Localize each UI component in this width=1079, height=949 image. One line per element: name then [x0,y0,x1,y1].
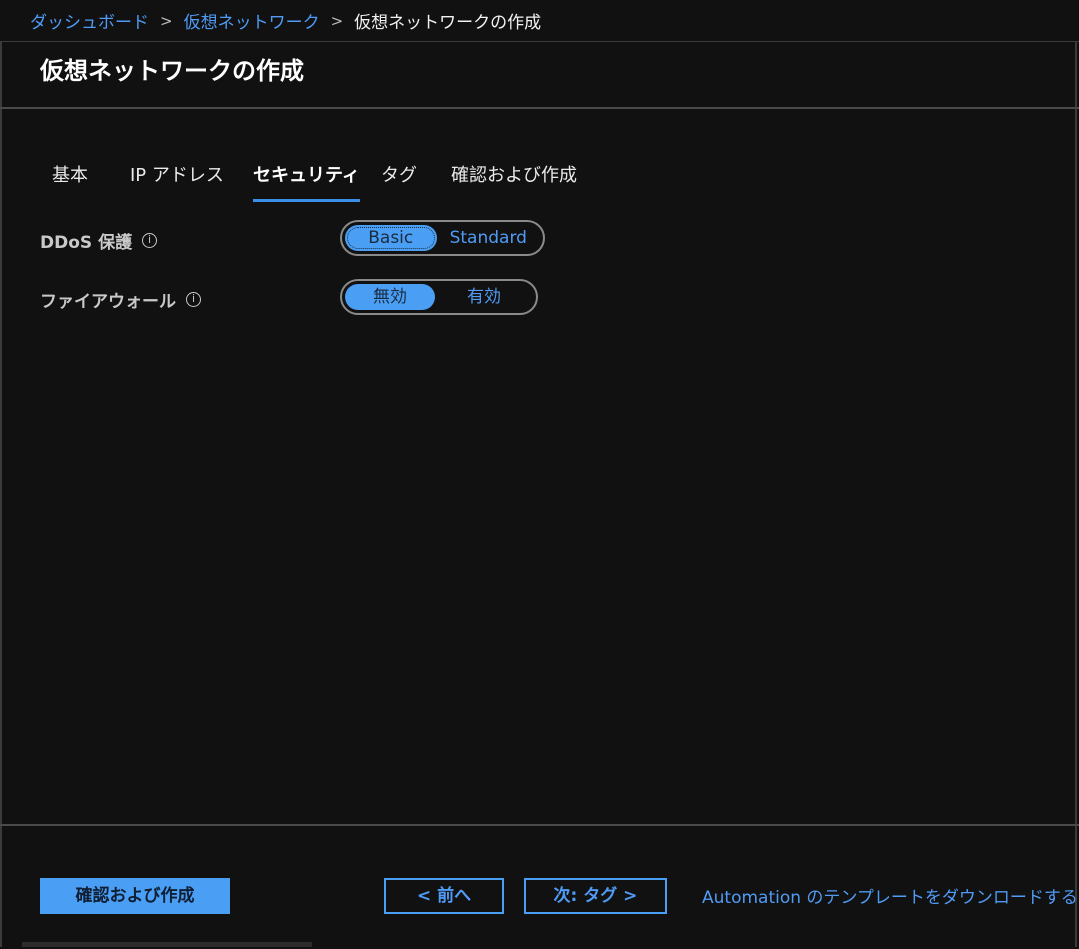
ddos-protection-label: DDoS 保護 [40,233,133,253]
chevron-right-icon: > [330,11,344,30]
firewall-row: ファイアウォール i [40,287,201,312]
breadcrumb-current: 仮想ネットワークの作成 [354,13,542,33]
breadcrumb: ダッシュボード > 仮想ネットワーク > 仮想ネットワークの作成 [0,0,1079,42]
ddos-protection-toggle: Basic Standard [340,220,545,256]
tab-basics[interactable]: 基本 [52,160,88,202]
ddos-protection-row: DDoS 保護 i [40,228,158,253]
chevron-right-icon: > [160,11,173,30]
review-create-button[interactable]: 確認および作成 [40,878,230,914]
info-icon[interactable]: i [186,292,201,307]
firewall-toggle: 無効 有効 [340,279,538,315]
breadcrumb-dashboard-link[interactable]: ダッシュボード [30,8,149,33]
tab-tags[interactable]: タグ [381,160,417,202]
firewall-option-disabled[interactable]: 無効 [345,284,436,310]
info-icon[interactable]: i [142,233,158,248]
tab-review-create[interactable]: 確認および作成 [451,160,577,202]
tab-security[interactable]: セキュリティ [253,160,360,202]
ddos-option-standard[interactable]: Standard [437,225,540,251]
firewall-option-enabled[interactable]: 有効 [435,284,533,310]
firewall-label: ファイアウォール [40,292,176,312]
previous-button[interactable]: < 前へ [384,878,504,914]
breadcrumb-vnet-link[interactable]: 仮想ネットワーク [184,8,320,33]
page-title: 仮想ネットワークの作成 [40,57,304,85]
download-automation-template-link[interactable]: Automation のテンプレートをダウンロードする [702,883,1078,908]
tab-ip-addresses[interactable]: IP アドレス [130,160,224,202]
horizontal-scrollbar[interactable] [22,942,312,947]
footer-divider [0,824,1079,826]
ddos-option-basic[interactable]: Basic [345,225,437,251]
next-tags-button[interactable]: 次: タグ > [524,878,667,914]
